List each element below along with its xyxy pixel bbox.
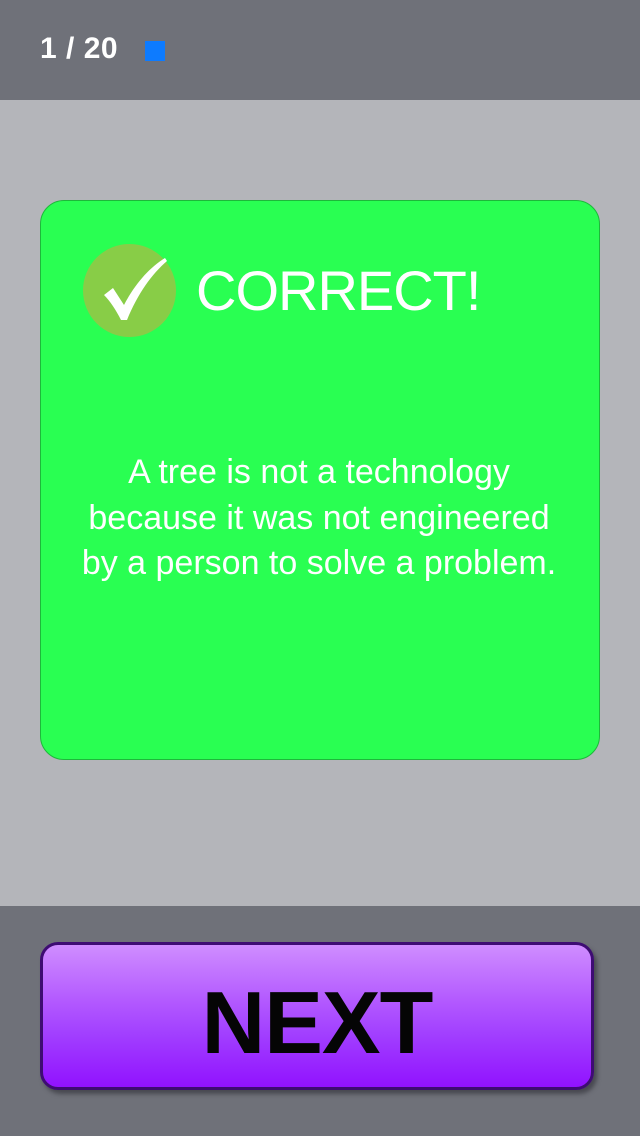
next-button-label: NEXT (201, 973, 434, 1072)
progress-marker (145, 41, 165, 61)
result-heading: CORRECT! (196, 259, 481, 322)
answer-explanation: A tree is not a technology because it wa… (81, 453, 557, 582)
checkmark-icon (83, 244, 176, 337)
question-progress: 1 / 20 (40, 32, 119, 65)
next-button[interactable]: NEXT (40, 942, 594, 1090)
